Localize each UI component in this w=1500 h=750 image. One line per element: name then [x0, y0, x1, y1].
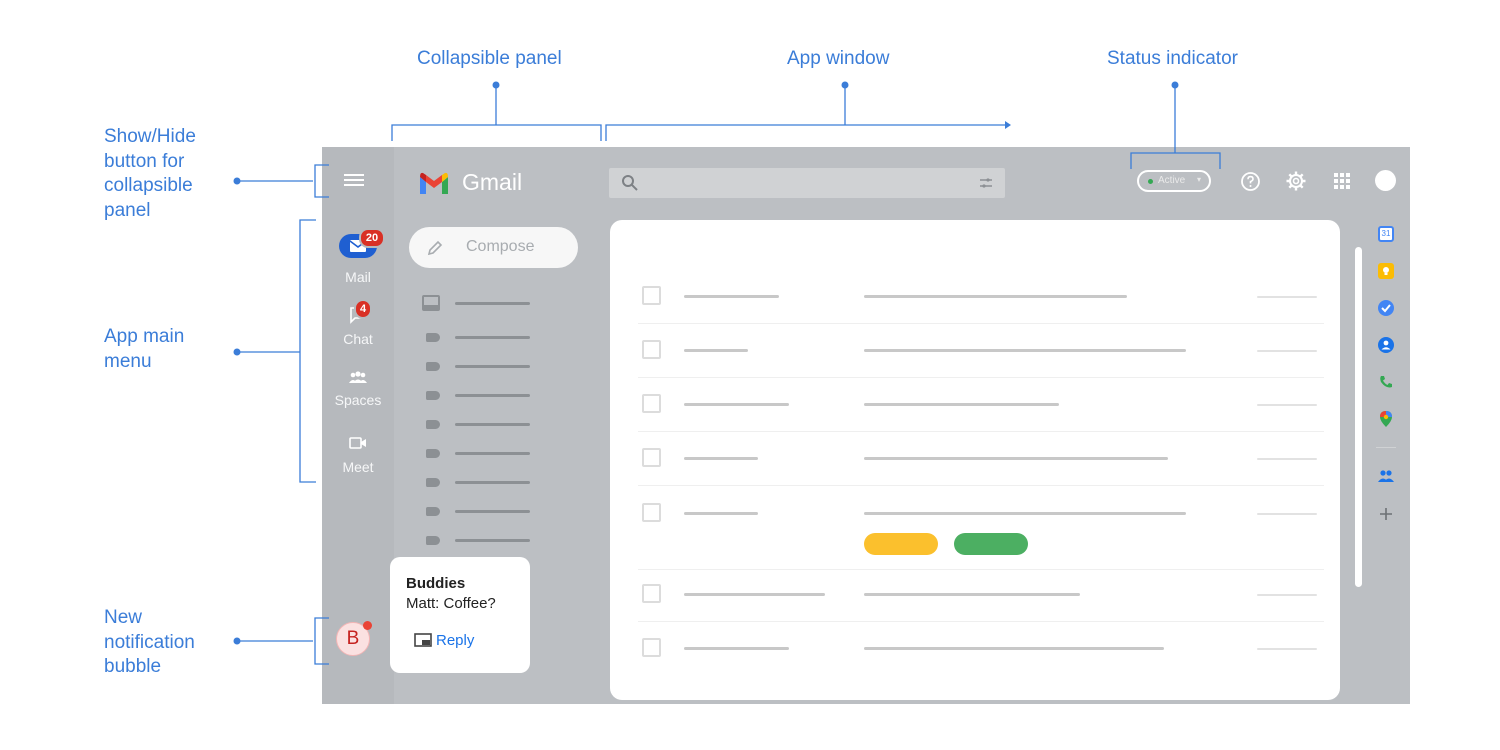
connector-dot	[233, 177, 241, 185]
connector-dot	[233, 637, 241, 645]
bracket-show-hide	[314, 164, 329, 198]
bracket-new-notification	[314, 617, 329, 665]
callout-connectors	[233, 81, 1221, 665]
bracket-app-main-menu	[299, 219, 316, 483]
bracket-status-indicator	[1130, 152, 1221, 169]
arrowhead-app-window	[1005, 121, 1011, 129]
connector-dot	[1171, 81, 1179, 89]
connector-dot	[233, 348, 241, 356]
connector-dot	[492, 81, 500, 89]
connector-dot	[841, 81, 849, 89]
bracket-app-window	[605, 124, 1005, 141]
bracket-collapsible-panel	[391, 124, 602, 141]
